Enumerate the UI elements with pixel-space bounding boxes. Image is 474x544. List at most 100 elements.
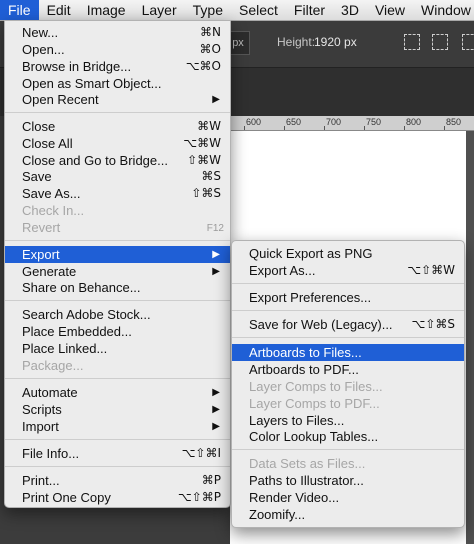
menu-item-export-preferences[interactable]: Export Preferences... — [232, 289, 464, 306]
menu-item-label: Export As... — [249, 263, 316, 278]
menu-item-export[interactable]: Export ▶ — [5, 246, 230, 263]
menubar-filter[interactable]: Filter — [286, 0, 333, 20]
ruler-label: 650 — [286, 117, 302, 127]
menu-item-label: Browse in Bridge... — [22, 59, 132, 74]
menu-item-generate[interactable]: Generate ▶ — [5, 263, 230, 280]
menu-item-artboards-to-files[interactable]: Artboards to Files... — [232, 344, 464, 361]
menu-item-file-info[interactable]: File Info... ⌥⇧⌘I — [5, 445, 230, 462]
menu-separator — [5, 378, 230, 379]
menu-item-automate[interactable]: Automate ▶ — [5, 384, 230, 401]
ruler-label: 800 — [406, 117, 422, 127]
menu-item-artboards-to-pdf[interactable]: Artboards to PDF... — [232, 361, 464, 378]
menu-item-label: Open... — [22, 42, 65, 57]
menu-item-share-on-behance[interactable]: Share on Behance... — [5, 279, 230, 296]
menubar-view[interactable]: View — [367, 0, 413, 20]
menu-item-close[interactable]: Close ⌘W — [5, 118, 230, 135]
menu-item-label: Save — [22, 169, 52, 184]
menu-item-check-in: Check In... — [5, 202, 230, 219]
menu-item-browse-in-bridge[interactable]: Browse in Bridge... ⌥⌘O — [5, 58, 230, 75]
submenu-arrow-icon: ▶ — [212, 249, 220, 260]
ruler-label: 750 — [366, 117, 382, 127]
menu-item-render-video[interactable]: Render Video... — [232, 489, 464, 506]
menu-item-close-and-go-to-bridge[interactable]: Close and Go to Bridge... ⇧⌘W — [5, 152, 230, 169]
menubar-type[interactable]: Type — [185, 0, 231, 20]
menu-item-zoomify[interactable]: Zoomify... — [232, 506, 464, 523]
ruler-label: 850 — [446, 117, 462, 127]
menu-item-color-lookup-tables[interactable]: Color Lookup Tables... — [232, 428, 464, 445]
artboard-tool-icon[interactable] — [404, 34, 420, 50]
menu-separator — [5, 112, 230, 113]
menu-item-layers-to-files[interactable]: Layers to Files... — [232, 412, 464, 429]
menu-separator — [232, 449, 464, 450]
menu-item-label: Close — [22, 119, 56, 134]
menu-item-import[interactable]: Import ▶ — [5, 418, 230, 435]
menu-item-label: Data Sets as Files... — [249, 456, 366, 471]
menu-item-data-sets-as-files: Data Sets as Files... — [232, 455, 464, 472]
menu-item-search-adobe-stock[interactable]: Search Adobe Stock... — [5, 306, 230, 323]
menubar-select[interactable]: Select — [231, 0, 286, 20]
menu-item-label: Place Embedded... — [22, 324, 132, 339]
menu-item-print-one-copy[interactable]: Print One Copy ⌥⇧⌘P — [5, 489, 230, 506]
ruler-tick — [244, 126, 245, 130]
menu-item-label: Quick Export as PNG — [249, 246, 373, 261]
menu-separator — [232, 283, 464, 284]
menubar-file[interactable]: File — [0, 0, 39, 20]
menu-item-label: Color Lookup Tables... — [249, 429, 379, 444]
ruler-tick — [404, 126, 405, 130]
menu-separator — [5, 240, 230, 241]
menu-item-shortcut: F12 — [206, 223, 224, 234]
menu-item-paths-to-illustrator[interactable]: Paths to Illustrator... — [232, 472, 464, 489]
menu-bar: File Edit Image Layer Type Select Filter… — [0, 0, 474, 21]
menu-item-label: Package... — [22, 358, 84, 373]
menu-item-shortcut: ⌘N — [200, 25, 221, 39]
menu-item-open-as-smart-object[interactable]: Open as Smart Object... — [5, 75, 230, 92]
menu-item-label: Print... — [22, 473, 60, 488]
menubar-layer[interactable]: Layer — [134, 0, 185, 20]
menu-item-label: Search Adobe Stock... — [22, 307, 151, 322]
ruler-tick — [444, 126, 445, 130]
add-artboard-icon[interactable] — [432, 34, 448, 50]
file-menu: New... ⌘N Open... ⌘O Browse in Bridge... ⌥⌘… — [4, 20, 231, 508]
menubar-3d[interactable]: 3D — [333, 0, 367, 20]
menu-item-place-linked[interactable]: Place Linked... — [5, 340, 230, 357]
menubar-image[interactable]: Image — [79, 0, 134, 20]
menu-item-shortcut: ⌥⇧⌘P — [177, 490, 221, 504]
menu-item-label: Open Recent — [22, 92, 99, 107]
menubar-edit[interactable]: Edit — [39, 0, 79, 20]
menu-item-print[interactable]: Print... ⌘P — [5, 472, 230, 489]
menubar-window[interactable]: Window — [413, 0, 474, 20]
menu-item-new[interactable]: New... ⌘N — [5, 24, 230, 41]
menu-item-shortcut: ⇧⌘W — [187, 153, 221, 167]
menu-item-label: Place Linked... — [22, 341, 108, 356]
submenu-arrow-icon: ▶ — [212, 94, 220, 105]
menu-separator — [5, 466, 230, 467]
menu-item-shortcut: ⇧⌘S — [191, 186, 221, 200]
horizontal-ruler: 600 650 700 750 800 850 — [230, 116, 474, 131]
menu-item-label: File Info... — [22, 446, 80, 461]
menu-item-label: Scripts — [22, 402, 62, 417]
menu-item-revert: Revert F12 — [5, 219, 230, 236]
menu-item-save-as[interactable]: Save As... ⇧⌘S — [5, 185, 230, 202]
height-label: Height: — [277, 35, 316, 49]
menu-item-quick-export-as-png[interactable]: Quick Export as PNG — [232, 245, 464, 262]
menu-item-place-embedded[interactable]: Place Embedded... — [5, 323, 230, 340]
menu-item-open[interactable]: Open... ⌘O — [5, 41, 230, 58]
menu-item-label: Revert — [22, 220, 61, 235]
menu-item-layer-comps-to-files: Layer Comps to Files... — [232, 378, 464, 395]
ruler-tick — [284, 126, 285, 130]
menu-separator — [5, 439, 230, 440]
menu-item-scripts[interactable]: Scripts ▶ — [5, 401, 230, 418]
menu-item-label: Generate — [22, 264, 77, 279]
menu-item-label: Save As... — [22, 186, 81, 201]
menu-item-close-all[interactable]: Close All ⌥⌘W — [5, 135, 230, 152]
height-value[interactable]: 1920 px — [314, 35, 357, 49]
menu-item-label: Artboards to Files... — [249, 345, 362, 360]
ruler-label: 700 — [326, 117, 342, 127]
menu-item-open-recent[interactable]: Open Recent ▶ — [5, 91, 230, 108]
menu-item-export-as[interactable]: Export As... ⌥⇧⌘W — [232, 262, 464, 279]
menu-item-label: Close and Go to Bridge... — [22, 153, 168, 168]
menu-item-package: Package... — [5, 357, 230, 374]
more-tools-icon[interactable] — [462, 34, 474, 50]
menu-item-save-for-web-legacy[interactable]: Save for Web (Legacy)... ⌥⇧⌘S — [232, 316, 464, 333]
menu-item-save[interactable]: Save ⌘S — [5, 168, 230, 185]
